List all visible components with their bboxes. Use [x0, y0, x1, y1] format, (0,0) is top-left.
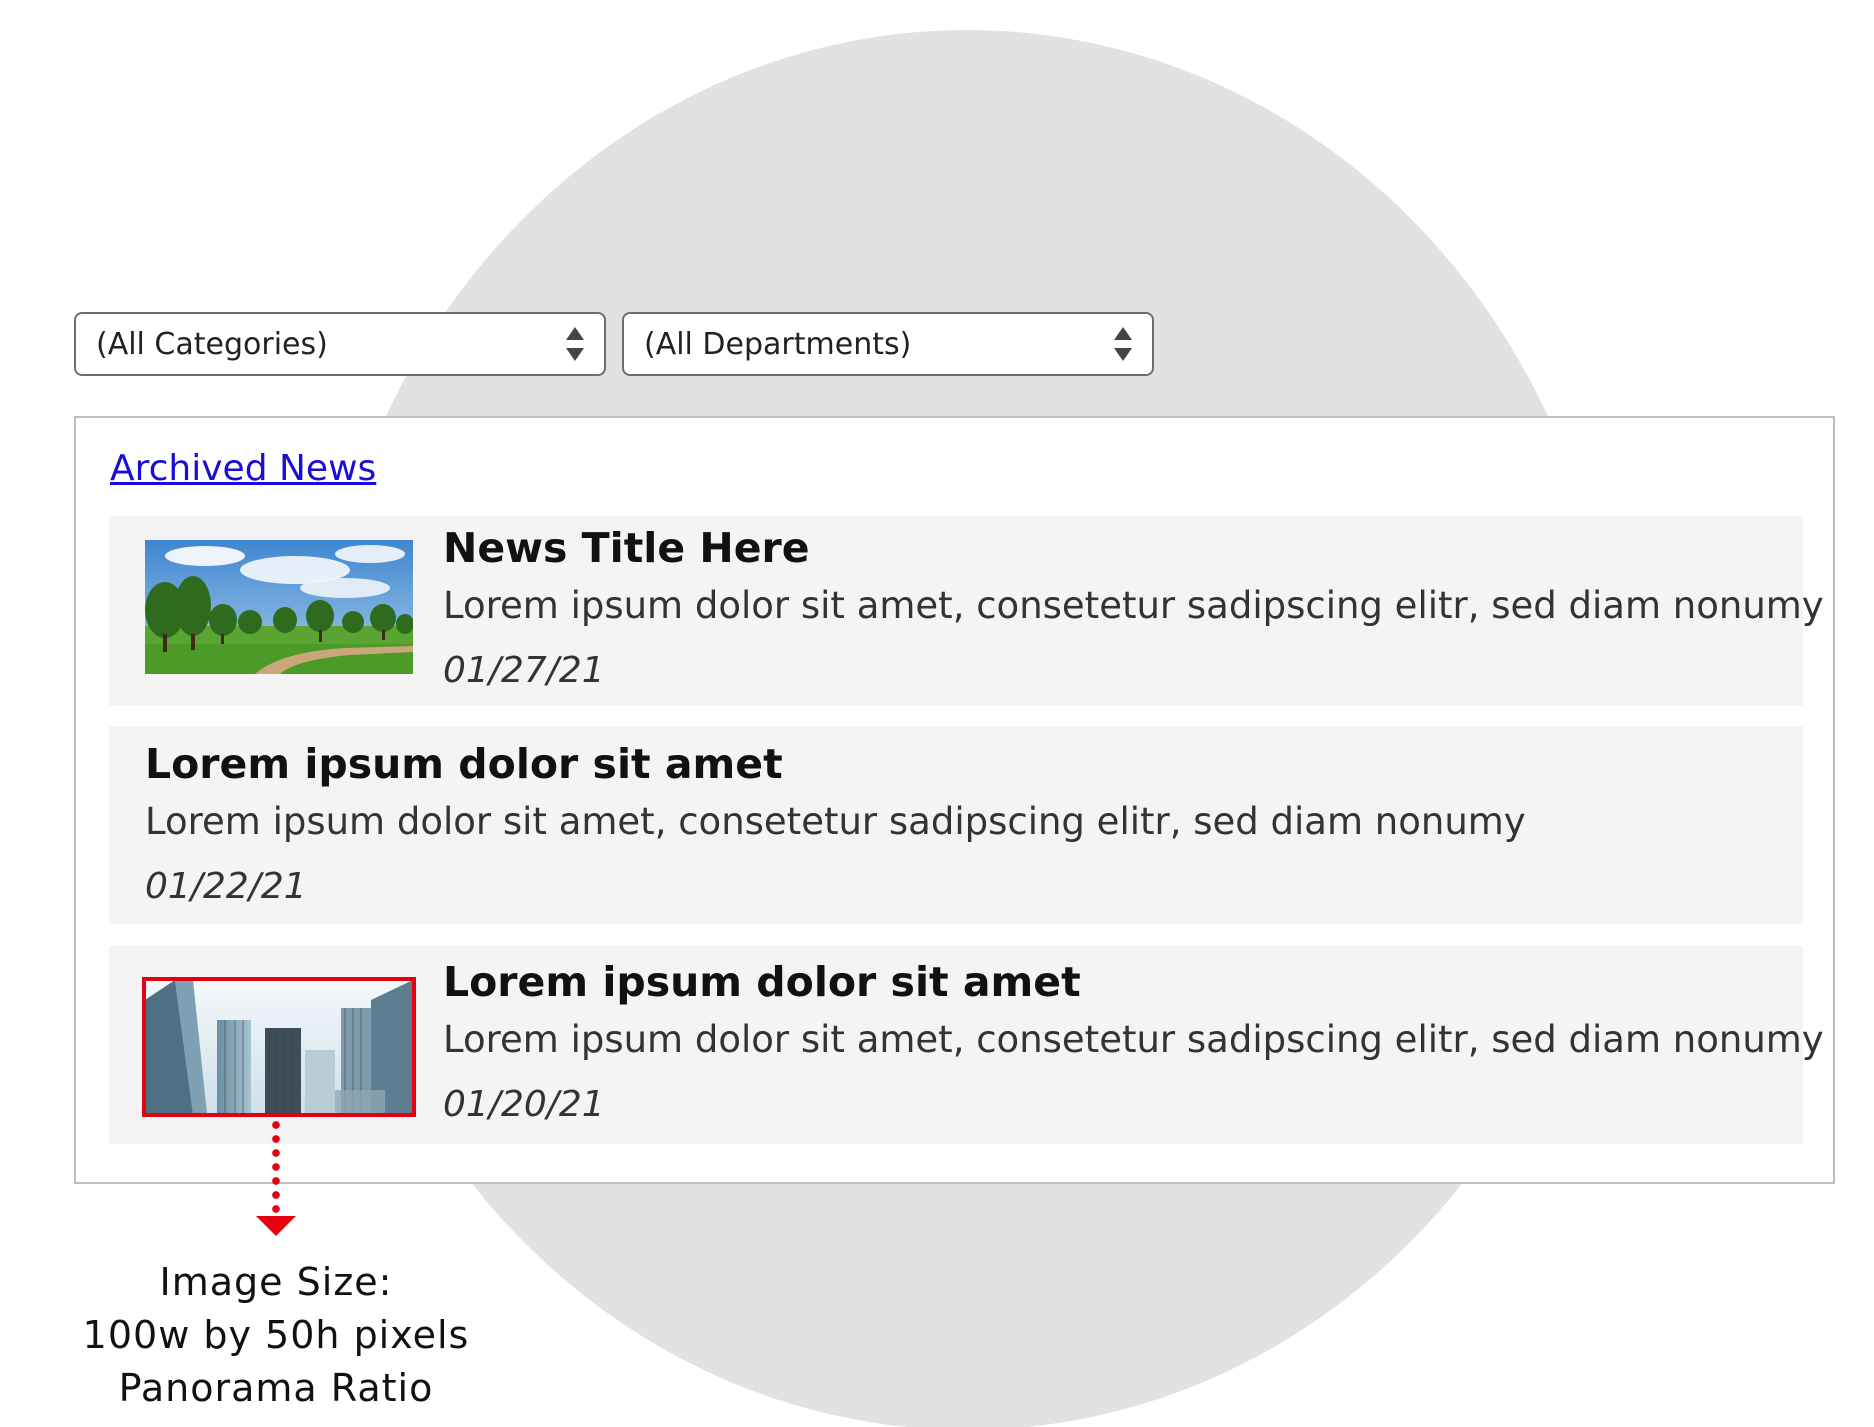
image-size-annotation: Image Size: 100w by 50h pixels Panorama … — [40, 1256, 512, 1415]
department-select[interactable]: (All Departments) — [622, 312, 1154, 376]
annotation-dotted-line — [272, 1118, 280, 1230]
select-arrows-icon — [1114, 327, 1132, 361]
news-summary: Lorem ipsum dolor sit amet, consetetur s… — [145, 800, 1526, 843]
category-select-value: (All Categories) — [96, 326, 328, 362]
news-date: 01/20/21 — [443, 1084, 605, 1125]
stage: (All Categories) (All Departments) Archi… — [0, 0, 1874, 1427]
news-date: 01/27/21 — [443, 650, 605, 691]
news-title[interactable]: Lorem ipsum dolor sit amet — [145, 740, 783, 788]
news-item[interactable]: News Title Here Lorem ipsum dolor sit am… — [109, 516, 1824, 706]
annotation-line: 100w by 50h pixels — [82, 1313, 470, 1357]
news-panel: Archived News News Title Here Lorem ipsu… — [74, 416, 1835, 1184]
department-select-value: (All Departments) — [644, 326, 912, 362]
skyscrapers-image[interactable] — [142, 977, 416, 1117]
news-title[interactable]: Lorem ipsum dolor sit amet — [443, 958, 1081, 1006]
news-item[interactable]: Lorem ipsum dolor sit amet Lorem ipsum d… — [109, 946, 1824, 1144]
news-summary: Lorem ipsum dolor sit amet, consetetur s… — [443, 1018, 1824, 1061]
news-summary: Lorem ipsum dolor sit amet, consetetur s… — [443, 584, 1824, 627]
news-item[interactable]: Lorem ipsum dolor sit amet Lorem ipsum d… — [109, 726, 1803, 924]
park-landscape-image[interactable] — [145, 540, 413, 674]
archived-news-link[interactable]: Archived News — [110, 448, 376, 489]
annotation-line: Panorama Ratio — [118, 1366, 434, 1410]
annotation-arrow-icon — [256, 1216, 296, 1236]
news-date: 01/22/21 — [145, 866, 307, 907]
select-arrows-icon — [566, 327, 584, 361]
news-title[interactable]: News Title Here — [443, 524, 810, 572]
annotation-line: Image Size: — [159, 1260, 393, 1304]
category-select[interactable]: (All Categories) — [74, 312, 606, 376]
